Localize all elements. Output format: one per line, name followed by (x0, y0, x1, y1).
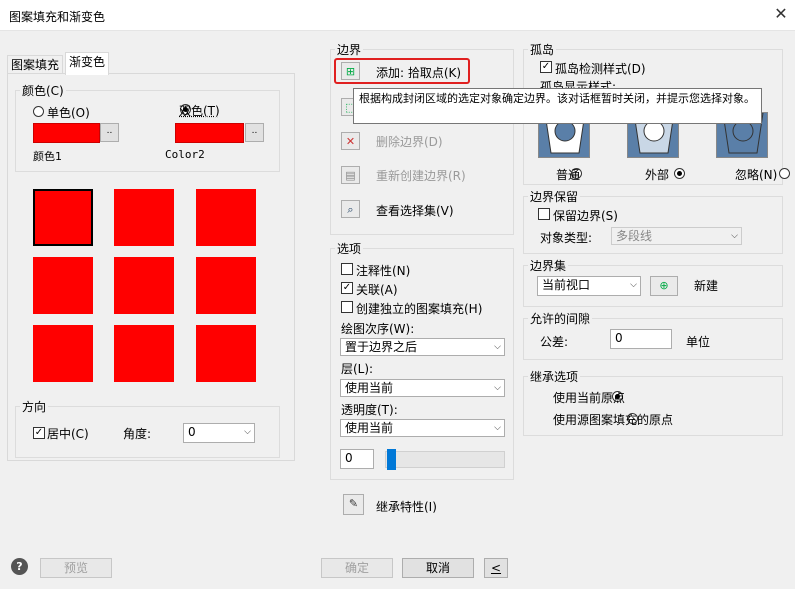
view-selection-button[interactable]: 查看选择集(V) (376, 202, 454, 219)
gradient-pattern-7[interactable] (33, 325, 93, 382)
chevron-down-icon: ⌵ (244, 427, 251, 437)
preview-button[interactable]: 预览 (40, 558, 112, 578)
single-color-radio[interactable] (33, 106, 44, 117)
layer-select[interactable]: 使用当前 ⌵ (340, 379, 505, 397)
island-outer-label: 外部 (645, 168, 670, 182)
inherit-options-legend: 继承选项 (530, 370, 579, 384)
boundary-legend: 边界 (337, 43, 362, 57)
cancel-button[interactable]: 取消 (402, 558, 474, 578)
angle-label: 角度: (123, 427, 152, 441)
retain-boundary-label: 保留边界(S) (553, 209, 618, 223)
gradient-pattern-3[interactable] (196, 189, 256, 246)
pick-point-icon: ⊞ (341, 62, 360, 80)
recreate-boundary-button[interactable]: 重新创建边界(R) (376, 167, 466, 184)
close-icon[interactable]: ✕ (771, 4, 791, 24)
annotative-label: 注释性(N) (356, 264, 411, 278)
associative-label: 关联(A) (356, 283, 398, 297)
object-type-value: 多段线 (616, 229, 653, 243)
window-title: 图案填充和渐变色 (9, 10, 106, 24)
orientation-legend: 方向 (22, 400, 47, 414)
tolerance-label: 公差: (540, 335, 569, 349)
single-color-label: 单色(O) (47, 106, 90, 120)
color2-label: Color2 (165, 148, 205, 161)
chevron-down-icon: ⌵ (494, 342, 501, 352)
new-boundary-set-icon[interactable]: ⊕ (650, 276, 678, 296)
angle-select[interactable]: 0 ⌵ (183, 423, 255, 443)
view-selection-icon: ⌕ (341, 200, 360, 218)
boundary-set-legend: 边界集 (530, 259, 567, 273)
center-checkbox[interactable]: ✓ (33, 427, 45, 439)
gradient-pattern-8[interactable] (114, 325, 174, 382)
transparency-label: 透明度(T): (341, 403, 398, 417)
recreate-boundary-icon: ▤ (341, 166, 360, 184)
two-color-label: 双色(T) (179, 104, 220, 118)
boundary-retention-legend: 边界保留 (530, 190, 579, 204)
ok-button[interactable]: 确定 (321, 558, 393, 578)
islands-legend: 孤岛 (530, 43, 555, 57)
gap-tolerance-legend: 允许的间隙 (530, 312, 591, 326)
gradient-pattern-9[interactable] (196, 325, 256, 382)
add-pick-points-label: 添加: 拾取点(K) (376, 66, 462, 80)
transparency-number-input[interactable]: 0 (340, 449, 374, 469)
center-label: 居中(C) (47, 427, 89, 441)
chevron-down-icon: ⌵ (731, 231, 738, 241)
tolerance-input[interactable]: 0 (610, 329, 672, 349)
remove-boundary-button[interactable]: 删除边界(D) (376, 133, 443, 150)
tab-hatch[interactable]: 图案填充 (7, 55, 64, 75)
title-bar (0, 0, 795, 31)
gradient-pattern-5[interactable] (114, 257, 174, 314)
color-group-legend: 颜色(C) (22, 84, 64, 98)
current-origin-label: 使用当前原点 (553, 391, 626, 405)
boundary-set-value: 当前视口 (542, 278, 591, 292)
boundary-set-select[interactable]: 当前视口 ⌵ (537, 276, 641, 296)
unit-label: 单位 (686, 335, 711, 349)
island-detect-checkbox[interactable]: ✓ (540, 61, 552, 73)
inherit-properties-icon[interactable]: ✎ (343, 494, 364, 515)
layer-value: 使用当前 (345, 381, 394, 395)
color1-label: 颜色1 (33, 150, 62, 163)
transparency-value: 使用当前 (345, 421, 394, 435)
gradient-pattern-6[interactable] (196, 257, 256, 314)
island-ignore-label: 忽略(N) (735, 168, 778, 182)
gradient-pattern-2[interactable] (114, 189, 174, 246)
inherit-properties-button[interactable]: 继承特性(I) (376, 498, 437, 515)
options-legend: 选项 (337, 242, 362, 256)
draw-order-select[interactable]: 置于边界之后 ⌵ (340, 338, 505, 356)
chevron-down-icon: ⌵ (494, 383, 501, 393)
help-icon[interactable]: ? (11, 558, 28, 575)
transparency-slider-thumb[interactable] (387, 449, 396, 470)
annotative-checkbox[interactable] (341, 263, 353, 275)
tooltip: 根据构成封闭区域的选定对象确定边界。该对话框暂时关闭，并提示您选择对象。 (353, 88, 762, 124)
island-detect-label: 孤岛检测样式(D) (555, 62, 646, 76)
collapse-button[interactable]: < (484, 558, 508, 578)
gradient-pattern-4[interactable] (33, 257, 93, 314)
color1-browse-button[interactable]: .. (100, 123, 119, 142)
draw-order-label: 绘图次序(W): (341, 322, 415, 336)
transparency-select[interactable]: 使用当前 ⌵ (340, 419, 505, 437)
source-origin-label: 使用源图案填充的原点 (553, 413, 674, 427)
object-type-label: 对象类型: (540, 231, 593, 245)
new-boundary-set-label: 新建 (694, 279, 719, 293)
color1-swatch[interactable] (33, 123, 100, 143)
color2-browse-button[interactable]: .. (245, 123, 264, 142)
separate-hatch-checkbox[interactable] (341, 301, 353, 313)
chevron-down-icon: ⌵ (494, 423, 501, 433)
draw-order-value: 置于边界之后 (345, 340, 418, 354)
remove-boundary-icon: ✕ (341, 132, 360, 150)
object-type-select[interactable]: 多段线 ⌵ (611, 227, 742, 245)
island-normal-label: 普通 (556, 168, 581, 182)
island-ignore-radio[interactable] (779, 168, 791, 179)
retain-boundary-checkbox[interactable] (538, 208, 550, 220)
gradient-pattern-1[interactable] (33, 189, 93, 246)
layer-label: 层(L): (341, 362, 374, 376)
associative-checkbox[interactable]: ✓ (341, 282, 353, 294)
tab-gradient[interactable]: 渐变色 (65, 52, 110, 75)
color2-swatch[interactable] (175, 123, 244, 143)
angle-value: 0 (188, 425, 196, 439)
separate-hatch-label: 创建独立的图案填充(H) (356, 302, 483, 316)
chevron-down-icon: ⌵ (630, 280, 637, 290)
transparency-slider-track[interactable] (385, 451, 505, 468)
